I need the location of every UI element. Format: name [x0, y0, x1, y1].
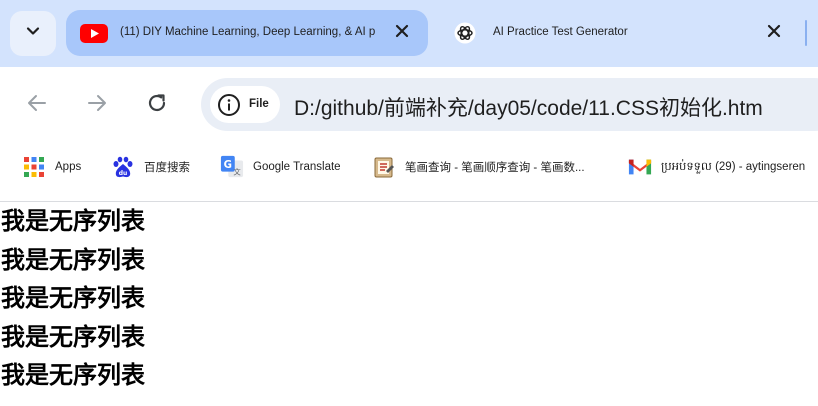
tab-separator: [805, 20, 807, 46]
bookmark-label: 笔画查询 - 笔画顺序查询 - 笔画数...: [405, 162, 585, 174]
address-bar[interactable]: File D:/github/前端补充/day05/code/11.CSS初始化…: [201, 78, 818, 131]
arrow-left-icon: [26, 92, 48, 119]
arrow-right-icon: [86, 92, 108, 119]
close-icon: [767, 24, 781, 43]
tab-youtube[interactable]: (11) DIY Machine Learning, Deep Learning…: [66, 10, 428, 56]
site-info-label: File: [249, 98, 269, 110]
url-text[interactable]: D:/github/前端补充/day05/code/11.CSS初始化.htm: [294, 92, 763, 122]
bookmark-apps[interactable]: Apps: [22, 156, 81, 178]
bookmark-label: Apps: [55, 161, 82, 173]
bookmark-gmail[interactable]: ប្រអប់ទទួល (29) - aytingseren: [628, 156, 805, 178]
tab-title: (11) DIY Machine Learning, Deep Learning…: [120, 26, 375, 38]
list-item: 我是无序列表: [1, 361, 145, 389]
tab-search-button[interactable]: [10, 11, 56, 56]
baidu-icon: du: [111, 155, 135, 179]
tab-close-button[interactable]: [763, 22, 785, 44]
bookmark-label: ប្រអប់ទទួល (29) - aytingseren: [661, 160, 806, 173]
site-info-chip[interactable]: File: [210, 86, 280, 123]
toolbar: File D:/github/前端补充/day05/code/11.CSS初始化…: [0, 67, 818, 143]
bookmark-baidu[interactable]: du 百度搜索: [111, 156, 190, 178]
list-item: 我是无序列表: [1, 322, 145, 351]
bookmark-label: Google Translate: [253, 161, 341, 173]
bookmark-google-translate[interactable]: G 文 Google Translate: [220, 155, 341, 179]
close-icon: [395, 24, 409, 43]
list-item: 我是无序列表: [1, 245, 145, 274]
page-content: 我是无序列表 我是无序列表 我是无序列表 我是无序列表 我是无序列表: [1, 202, 817, 406]
youtube-icon: [80, 24, 108, 48]
svg-text:G: G: [224, 160, 232, 171]
bihua-icon: [372, 155, 396, 179]
reload-icon: [146, 92, 168, 119]
tab-ai-practice[interactable]: AI Practice Test Generator: [440, 10, 800, 56]
tab-strip: (11) DIY Machine Learning, Deep Learning…: [0, 0, 818, 67]
info-icon: [217, 93, 241, 122]
openai-icon: [454, 22, 476, 49]
tab-close-button[interactable]: [391, 22, 413, 44]
gmail-icon: [628, 155, 652, 179]
google-translate-icon: G 文: [220, 155, 244, 179]
chevron-down-icon: [25, 23, 41, 44]
list-item: 我是无序列表: [1, 284, 145, 312]
bookmark-label: 百度搜索: [144, 162, 190, 174]
back-button[interactable]: [23, 91, 51, 119]
apps-grid-icon: [22, 155, 46, 179]
tab-title: AI Practice Test Generator: [493, 26, 628, 38]
bookmarks-bar: Apps du 百度搜索 G 文 Google Translate 笔画查询 -…: [0, 143, 818, 202]
svg-text:du: du: [119, 170, 128, 177]
svg-text:文: 文: [233, 167, 241, 176]
list-item: 我是无序列表: [1, 207, 145, 235]
forward-button[interactable]: [83, 91, 111, 119]
bookmark-bihua[interactable]: 笔画查询 - 笔画顺序查询 - 笔画数...: [372, 156, 585, 178]
reload-button[interactable]: [143, 91, 171, 119]
